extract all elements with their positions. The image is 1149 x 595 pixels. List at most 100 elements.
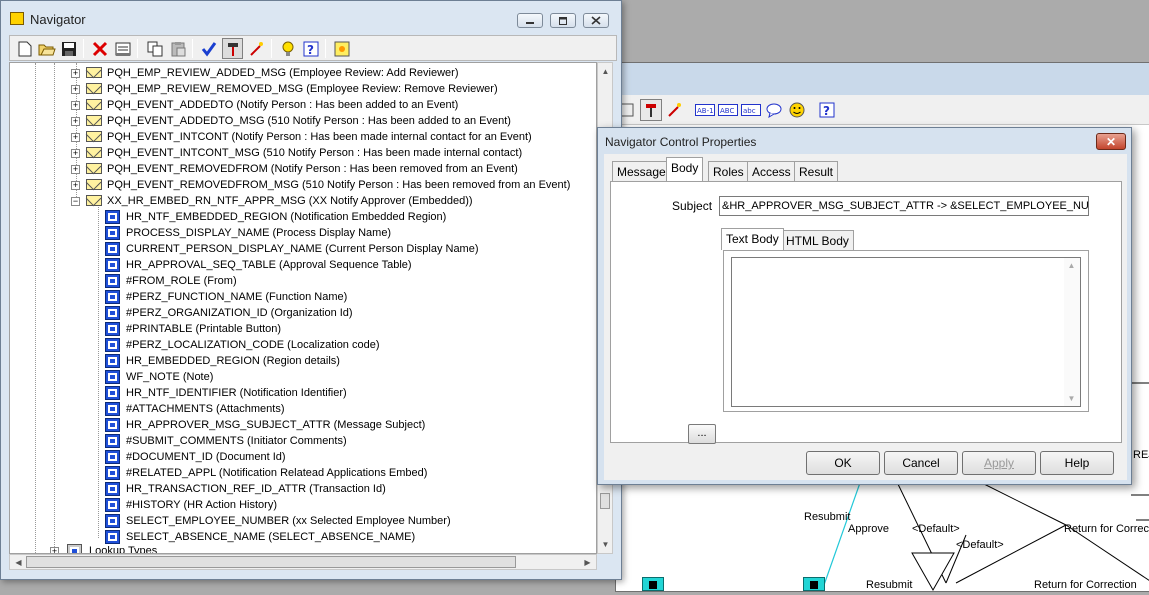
textarea-scrollbar[interactable]: ▲ ▼	[1064, 258, 1080, 406]
tree-item-label: #DOCUMENT_ID (Document Id)	[126, 451, 286, 463]
lightbulb-icon[interactable]	[277, 38, 298, 59]
tree-item-label: HR_NTF_IDENTIFIER (Notification Identifi…	[126, 387, 347, 399]
smiley-icon[interactable]	[786, 99, 808, 121]
scroll-right-icon[interactable]: ▶	[580, 555, 595, 570]
scroll-left-icon[interactable]: ◀	[11, 555, 26, 570]
comment-icon[interactable]	[763, 99, 785, 121]
cancel-button[interactable]: Cancel	[884, 451, 958, 475]
navigator-control-properties-dialog: Navigator Control Properties ✕ Message B…	[597, 127, 1132, 485]
tab-access[interactable]: Access	[747, 161, 796, 181]
expand-icon[interactable]: +	[71, 181, 80, 190]
help-icon[interactable]: ?	[816, 99, 838, 121]
svg-text:?: ?	[823, 104, 830, 118]
hammer-icon[interactable]	[222, 38, 243, 59]
scroll-down-icon[interactable]: ▼	[598, 537, 613, 552]
verify-icon[interactable]	[198, 38, 219, 59]
dialog-close-button[interactable]: ✕	[1096, 133, 1126, 150]
attribute-icon	[105, 306, 120, 320]
attribute-icon	[105, 514, 120, 528]
transition-label: Resubmit	[804, 511, 851, 523]
envelope-icon	[86, 147, 102, 158]
transition-label: <Default>	[912, 523, 960, 535]
transition-label: Return for Correctio	[1064, 523, 1149, 535]
tree-item-label: #HISTORY (HR Action History)	[126, 499, 277, 511]
copy-icon[interactable]	[144, 38, 165, 59]
attribute-icon	[105, 402, 120, 416]
transition-label: Return for Correction	[1034, 579, 1137, 591]
builder-titlebar	[616, 63, 1149, 95]
toolbar-separator	[271, 39, 272, 58]
save-icon[interactable]	[58, 38, 79, 59]
expand-icon[interactable]: +	[71, 101, 80, 110]
tab-message[interactable]: Message	[612, 161, 671, 181]
label-ab1-icon[interactable]: AB-1	[694, 99, 716, 121]
expand-icon[interactable]: +	[71, 149, 80, 158]
svg-text:AB-1: AB-1	[697, 107, 714, 115]
navigator-tree[interactable]: + PQH_EMP_REVIEW_ADDED_MSG (Employee Revi…	[9, 62, 597, 554]
tab-html-body[interactable]: HTML Body	[781, 230, 854, 250]
paste-icon[interactable]	[167, 38, 188, 59]
help-icon[interactable]: ?	[300, 38, 321, 59]
attribute-icon	[105, 370, 120, 384]
scroll-thumb[interactable]	[26, 556, 516, 568]
tree-item-label: PQH_EVENT_REMOVEDFROM_MSG (510 Notify Pe…	[107, 179, 571, 191]
svg-text:ABC: ABC	[720, 107, 734, 115]
ok-button[interactable]: OK	[806, 451, 880, 475]
envelope-icon	[86, 179, 102, 190]
expand-icon[interactable]: +	[71, 69, 80, 78]
tree-item-label: HR_NTF_EMBEDDED_REGION (Notification Emb…	[126, 211, 447, 223]
label-abc-upper-icon[interactable]: ABC	[717, 99, 739, 121]
hammer-icon[interactable]	[640, 99, 662, 121]
attribute-icon	[105, 386, 120, 400]
expand-icon[interactable]: +	[71, 133, 80, 142]
expand-icon[interactable]: +	[71, 165, 80, 174]
tree-item-label: PQH_EVENT_INTCONT_MSG (510 Notify Person…	[107, 147, 523, 159]
transition-label: Approve	[848, 523, 889, 535]
tree-item-label: #SUBMIT_COMMENTS (Initiator Comments)	[126, 435, 347, 447]
scroll-thumb[interactable]	[600, 493, 610, 509]
subject-field[interactable]: &HR_APPROVER_MSG_SUBJECT_ATTR -> &SELECT…	[719, 196, 1089, 216]
text-body-textarea[interactable]: ▲ ▼	[731, 257, 1081, 407]
expand-icon[interactable]: +	[71, 117, 80, 126]
tab-body[interactable]: Body	[666, 157, 704, 181]
tree-item-label: HR_APPROVAL_SEQ_TABLE (Approval Sequence…	[126, 259, 412, 271]
collapse-icon[interactable]: −	[71, 197, 80, 206]
expand-icon[interactable]: +	[71, 85, 80, 94]
maximize-button[interactable]	[550, 13, 576, 28]
body-tab-panel: Subject &HR_APPROVER_MSG_SUBJECT_ATTR ->…	[610, 181, 1122, 444]
svg-text:abc: abc	[743, 107, 756, 115]
close-button[interactable]	[583, 13, 609, 28]
scroll-down-icon[interactable]: ▼	[1064, 391, 1079, 406]
help-button[interactable]: Help	[1040, 451, 1114, 475]
open-icon[interactable]	[36, 38, 57, 59]
expand-icon[interactable]: +	[50, 547, 59, 553]
close-icon	[591, 16, 601, 25]
delete-icon[interactable]	[89, 38, 110, 59]
tab-text-body[interactable]: Text Body	[721, 228, 784, 250]
scroll-up-icon[interactable]: ▲	[1064, 258, 1079, 273]
envelope-icon	[86, 115, 102, 126]
attribute-icon	[105, 210, 120, 224]
process-node[interactable]	[642, 577, 664, 591]
wand-icon[interactable]	[663, 99, 685, 121]
minimize-button[interactable]	[517, 13, 543, 28]
tree-guide-line	[54, 63, 55, 553]
sun-icon[interactable]	[331, 38, 352, 59]
properties-icon[interactable]	[112, 38, 133, 59]
apply-button[interactable]: Apply	[962, 451, 1036, 475]
envelope-icon	[86, 99, 102, 110]
process-node[interactable]	[803, 577, 825, 591]
attribute-icon	[105, 434, 120, 448]
attribute-icon	[105, 482, 120, 496]
tab-result[interactable]: Result	[794, 161, 839, 181]
tree-item-label: PQH_EMP_REVIEW_ADDED_MSG (Employee Revie…	[107, 67, 459, 79]
label-abc-lower-icon[interactable]: abc	[740, 99, 762, 121]
scroll-up-icon[interactable]: ▲	[598, 64, 613, 79]
wand-icon[interactable]	[245, 38, 266, 59]
ellipsis-button[interactable]: ...	[688, 424, 716, 444]
new-icon[interactable]	[14, 38, 35, 59]
tree-item-label: HR_EMBEDDED_REGION (Region details)	[126, 355, 340, 367]
tree-item-label: #RELATED_APPL (Notification Relatead App…	[126, 467, 428, 479]
tab-roles[interactable]: Roles	[708, 161, 749, 181]
tree-horizontal-scrollbar[interactable]: ◀ ▶	[9, 554, 597, 570]
